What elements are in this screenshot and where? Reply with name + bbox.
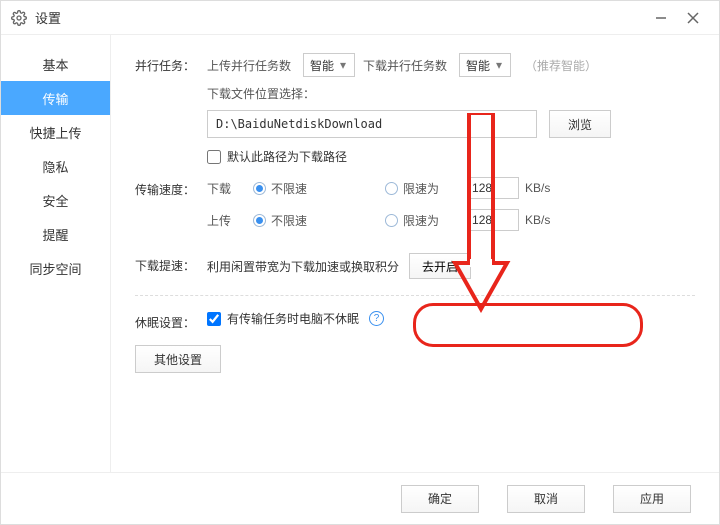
close-button[interactable] (677, 6, 709, 30)
gear-icon (11, 10, 27, 26)
sidebar-item-quickupload[interactable]: 快捷上传 (1, 115, 110, 149)
sidebar-item-reminder[interactable]: 提醒 (1, 217, 110, 251)
caret-down-icon: ▾ (340, 58, 346, 72)
upload-limit-input[interactable] (467, 209, 519, 231)
sidebar-item-privacy[interactable]: 隐私 (1, 149, 110, 183)
titlebar: 设置 (1, 1, 719, 35)
settings-window: 设置 基本 传输 快捷上传 隐私 安全 提醒 同步空间 并行任务： 上传并行任务… (0, 0, 720, 525)
upload-unlimited-radio[interactable]: 不限速 (253, 212, 307, 229)
minimize-button[interactable] (645, 6, 677, 30)
section-divider (135, 295, 695, 296)
download-limit-radio[interactable]: 限速为 (385, 180, 439, 197)
download-parallel-label: 下载并行任务数 (363, 57, 447, 74)
download-limit-input[interactable] (467, 177, 519, 199)
other-settings-button[interactable]: 其他设置 (135, 345, 221, 373)
speed-download-label: 下载 (207, 180, 253, 197)
dialog-footer: 确定 取消 应用 (1, 472, 719, 524)
upload-limit-radio[interactable]: 限速为 (385, 212, 439, 229)
apply-button[interactable]: 应用 (613, 485, 691, 513)
caret-down-icon: ▾ (496, 58, 502, 72)
download-unlimited-radio[interactable]: 不限速 (253, 180, 307, 197)
upload-parallel-select[interactable]: 智能 ▾ (303, 53, 355, 77)
accel-description: 利用闲置带宽为下载加速或换取积分 (207, 258, 399, 275)
accel-section-label: 下载提速： (135, 253, 207, 274)
speed-unit: KB/s (525, 213, 550, 227)
sleep-section-label: 休眠设置： (135, 310, 207, 331)
sidebar-item-security[interactable]: 安全 (1, 183, 110, 217)
parallel-hint: （推荐智能） (525, 57, 597, 74)
default-path-checkbox[interactable]: 默认此路径为下载路径 (207, 148, 695, 165)
accel-enable-button[interactable]: 去开启 (409, 253, 471, 279)
sidebar: 基本 传输 快捷上传 隐私 安全 提醒 同步空间 (1, 35, 111, 472)
help-icon[interactable]: ? (369, 311, 384, 326)
upload-parallel-label: 上传并行任务数 (207, 57, 291, 74)
speed-unit: KB/s (525, 181, 550, 195)
speed-upload-label: 上传 (207, 212, 253, 229)
sidebar-item-syncspace[interactable]: 同步空间 (1, 251, 110, 285)
sidebar-item-transfer[interactable]: 传输 (1, 81, 110, 115)
speed-section-label: 传输速度： (135, 177, 207, 198)
sleep-checkbox[interactable]: 有传输任务时电脑不休眠 ? (207, 310, 695, 327)
sidebar-item-basic[interactable]: 基本 (1, 47, 110, 81)
download-path-heading: 下载文件位置选择： (207, 85, 695, 102)
content-panel: 并行任务： 上传并行任务数 智能 ▾ 下载并行任务数 智能 ▾ （推荐智 (111, 35, 719, 472)
download-path-input[interactable] (207, 110, 537, 138)
ok-button[interactable]: 确定 (401, 485, 479, 513)
parallel-section-label: 并行任务： (135, 53, 207, 74)
browse-button[interactable]: 浏览 (549, 110, 611, 138)
cancel-button[interactable]: 取消 (507, 485, 585, 513)
window-title: 设置 (35, 8, 61, 27)
download-parallel-select[interactable]: 智能 ▾ (459, 53, 511, 77)
